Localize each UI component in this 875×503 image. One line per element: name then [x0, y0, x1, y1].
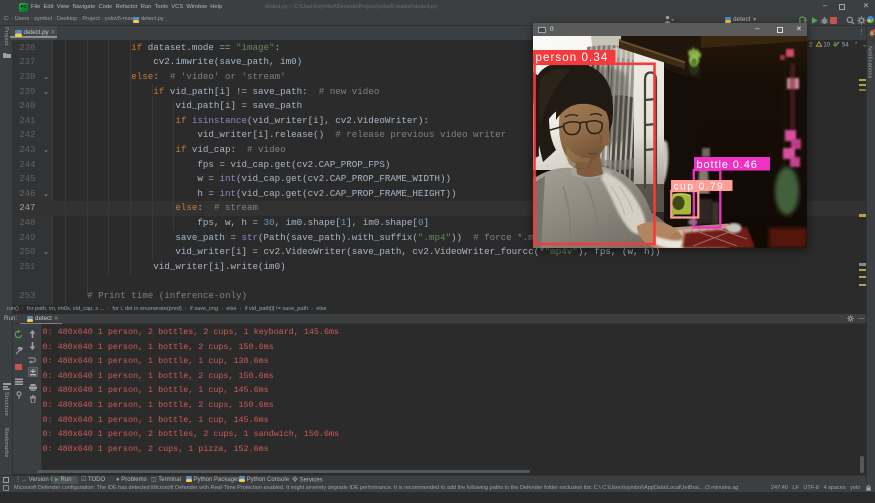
svg-text:person 0.34: person 0.34 — [536, 52, 609, 64]
svg-text:bottle 0.46: bottle 0.46 — [697, 159, 758, 171]
svg-text:cup 0.79: cup 0.79 — [674, 180, 725, 192]
